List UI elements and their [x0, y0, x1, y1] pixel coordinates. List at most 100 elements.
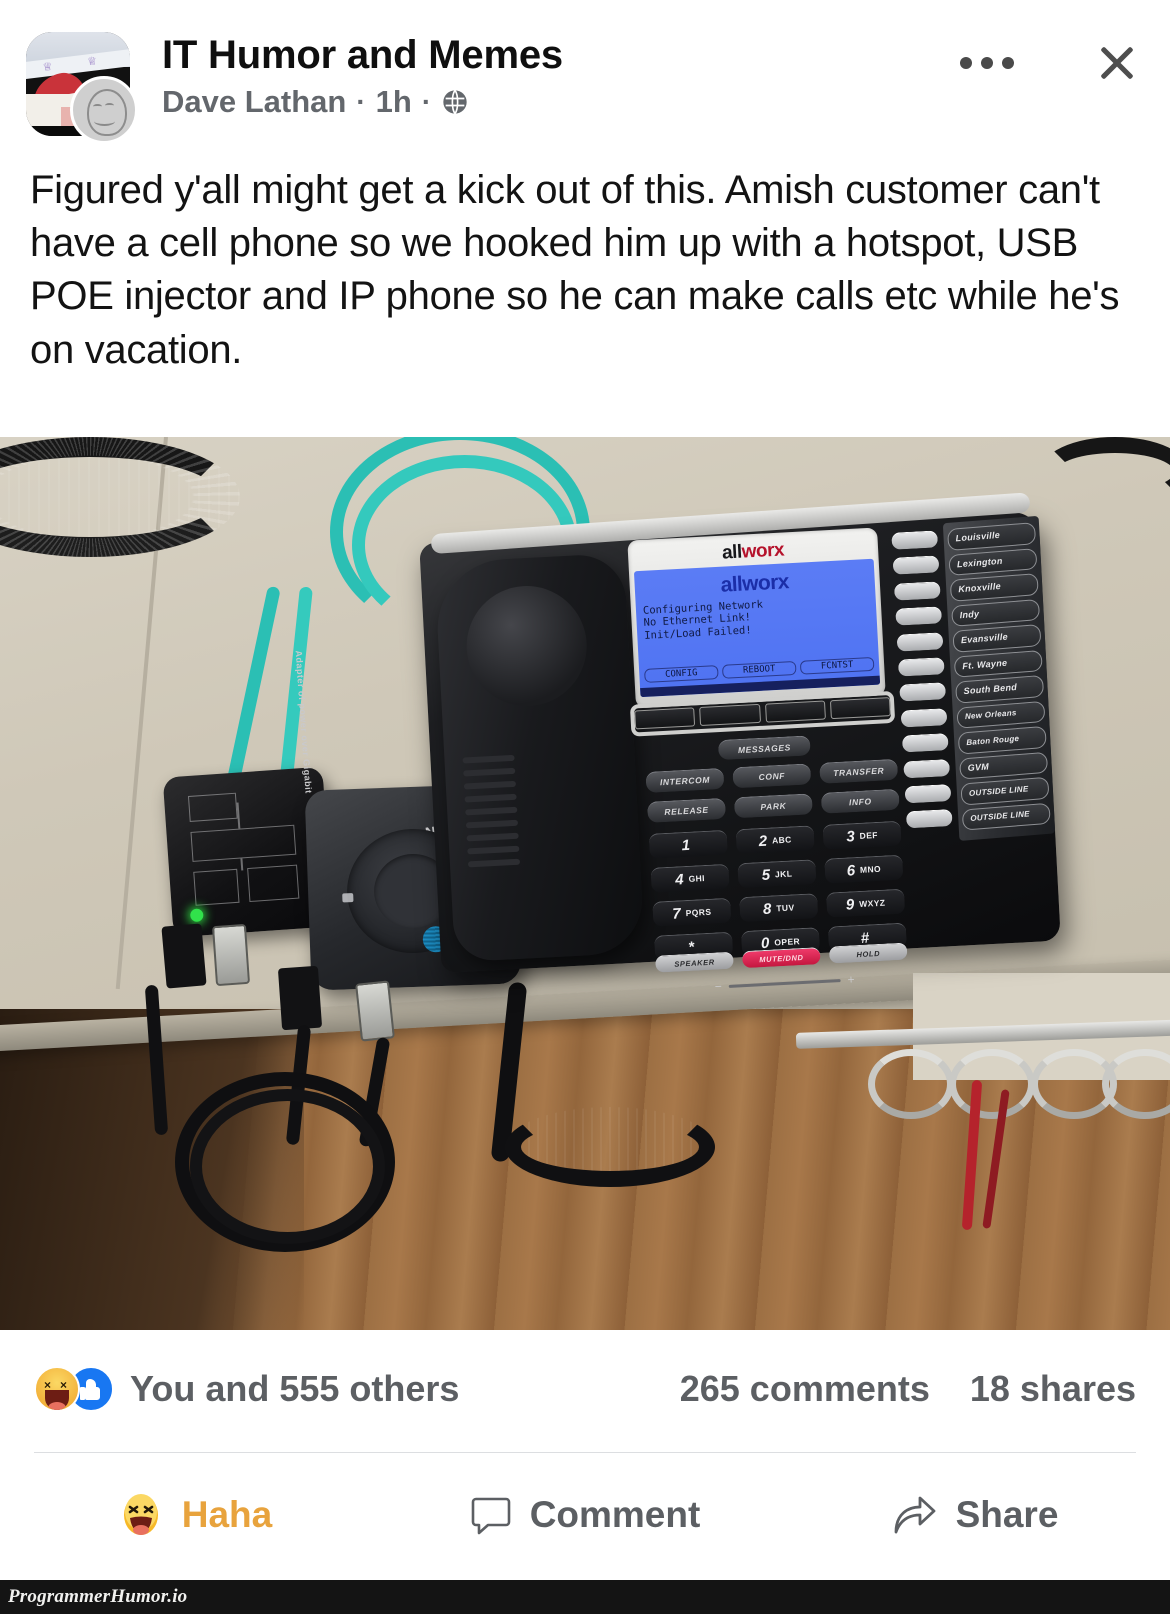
- share-arrow-icon: [892, 1494, 938, 1536]
- watermark-text: ProgrammerHumor.io: [8, 1586, 188, 1607]
- key-number: 4: [674, 870, 685, 889]
- speed-dial-label-outside-line-1: OUTSIDE LINE: [960, 776, 1050, 806]
- reactions-count-label[interactable]: You and 555 others: [130, 1368, 459, 1410]
- speed-dial-button: [895, 606, 943, 626]
- brand-text-b: worx: [741, 539, 785, 563]
- haha-reaction-icon: × ×: [34, 1366, 80, 1412]
- key-8: 8 TUV: [739, 893, 819, 923]
- more-options-icon[interactable]: [950, 47, 1024, 79]
- rj45-plug: [355, 980, 395, 1042]
- brand-text-a: all: [721, 541, 743, 564]
- haha-emoji-icon: [118, 1492, 164, 1538]
- comment-button[interactable]: Comment: [390, 1494, 780, 1536]
- comment-bubble-icon: [470, 1494, 512, 1536]
- action-bar: Haha Comment Share: [0, 1455, 1170, 1575]
- author-name[interactable]: Dave Lathan: [162, 85, 346, 119]
- handset-cord-coil-lower: [505, 1107, 715, 1187]
- header-actions: [950, 38, 1142, 88]
- key-number: 6: [846, 861, 856, 880]
- phone-handset: [434, 552, 645, 963]
- speed-dial-button: [893, 581, 941, 601]
- key-4: 4 GHI: [650, 863, 730, 893]
- engagement-counts: 265 comments 18 shares: [680, 1368, 1136, 1410]
- group-name[interactable]: IT Humor and Memes: [162, 33, 563, 77]
- volume-plus: +: [847, 972, 855, 987]
- phone-lcd-screen: allworx Configuring Network No Ethernet …: [633, 558, 881, 698]
- shares-count[interactable]: 18 shares: [970, 1368, 1136, 1410]
- speed-dial-button: [899, 682, 947, 702]
- softkey-reboot: REBOOT: [721, 660, 797, 679]
- rj45-plug: [211, 923, 251, 987]
- key-letters: WXYZ: [858, 897, 886, 909]
- speed-dial-label-indy: Indy: [951, 598, 1041, 627]
- speed-dial-label-louisville: Louisville: [947, 522, 1037, 551]
- hotspot-indicator: [341, 893, 354, 903]
- volume-bar: [728, 978, 841, 988]
- speed-dial-label-knoxville: Knoxville: [949, 573, 1039, 602]
- phone-keypad: 1 2 ABC 3 DEF 4 GHI 5 JKL 6 MNO 7 PQRS 8 TUV 9W…: [648, 820, 907, 961]
- key-number: 5: [761, 866, 771, 884]
- usb-plug: [161, 923, 207, 989]
- key-9: 9 WXYZ: [826, 888, 906, 918]
- speed-dial-label-baton-rouge: Baton Rouge: [957, 725, 1047, 755]
- key-letters: TUV: [776, 902, 795, 914]
- speed-dial-label-evansville: Evansville: [952, 623, 1042, 653]
- key-number: 9: [845, 895, 855, 914]
- key-number: 8: [762, 900, 772, 918]
- volume-minus: −: [714, 979, 723, 994]
- speed-dial-button: [900, 707, 948, 728]
- speed-dial-label-ft-wayne: Ft. Wayne: [953, 649, 1043, 678]
- speed-dial-button: [896, 631, 944, 652]
- speed-dial-label-new-orleans: New Orleans: [956, 700, 1046, 729]
- globe-icon[interactable]: [441, 88, 469, 116]
- separator-2: ·: [421, 85, 432, 117]
- timestamp[interactable]: 1h: [376, 85, 412, 119]
- softkey-config: CONFIG: [644, 665, 719, 683]
- power-led-green: [189, 908, 204, 923]
- share-button[interactable]: Share: [780, 1494, 1170, 1536]
- key-2: 2 ABC: [735, 825, 815, 855]
- key-6: 6 MNO: [824, 854, 904, 884]
- chair-hoop: [867, 1048, 954, 1119]
- post-photo[interactable]: Adapter of power over Gigabit NETGEAR: [0, 437, 1170, 1330]
- like-button-label: Haha: [181, 1494, 273, 1535]
- author-avatar-image[interactable]: [70, 76, 138, 144]
- speed-dial-labels: Louisville Lexington Knoxville Indy Evan…: [942, 515, 1056, 841]
- comments-count[interactable]: 265 comments: [680, 1368, 930, 1410]
- comment-button-label: Comment: [529, 1494, 701, 1535]
- like-button[interactable]: Haha: [0, 1492, 390, 1538]
- key-letters: MNO: [859, 863, 882, 875]
- key-letters: GHI: [688, 873, 706, 884]
- share-button-label: Share: [955, 1494, 1059, 1535]
- injector-circuit-diagram: [180, 784, 310, 908]
- key-number: 7: [671, 904, 682, 923]
- key-letters: OPER: [774, 936, 801, 948]
- reaction-icons[interactable]: × ×: [34, 1366, 114, 1412]
- handset-grille: [462, 754, 521, 880]
- intercom-button: INTERCOM: [645, 767, 725, 793]
- speed-dial-button: [901, 733, 949, 753]
- speed-dial-button: [891, 530, 939, 550]
- handset-earpiece: [463, 582, 590, 710]
- divider: [34, 1452, 1136, 1453]
- watermark-bar: ProgrammerHumor.io: [0, 1580, 1170, 1614]
- key-letters: PQRS: [685, 906, 712, 919]
- chair-hoop: [949, 1048, 1036, 1119]
- key-5: 5 JKL: [737, 859, 817, 889]
- allworx-ip-phone: allworx allworx Configuring Network No E…: [419, 492, 1061, 994]
- lcd-status-lines: Configuring Network No Ethernet Link! In…: [643, 593, 871, 642]
- speed-dial-button: [892, 555, 940, 576]
- post-meta: IT Humor and Memes Dave Lathan · 1h ·: [162, 28, 563, 119]
- conf-button: CONF: [732, 763, 812, 789]
- speed-dial-button: [905, 809, 953, 829]
- close-icon[interactable]: [1092, 38, 1142, 88]
- speed-dial-label-south-bend: South Bend: [955, 674, 1045, 704]
- key-number: 1: [681, 836, 691, 854]
- post-subline: Dave Lathan · 1h ·: [162, 85, 563, 119]
- speed-dial-label-outside-line-2: OUTSIDE LINE: [961, 802, 1051, 831]
- park-button: PARK: [733, 793, 813, 819]
- transfer-button: TRANSFER: [819, 758, 899, 784]
- avatar[interactable]: [26, 32, 138, 144]
- speed-dial-label-gvm: GVM: [959, 751, 1049, 780]
- key-number: 2: [758, 832, 768, 850]
